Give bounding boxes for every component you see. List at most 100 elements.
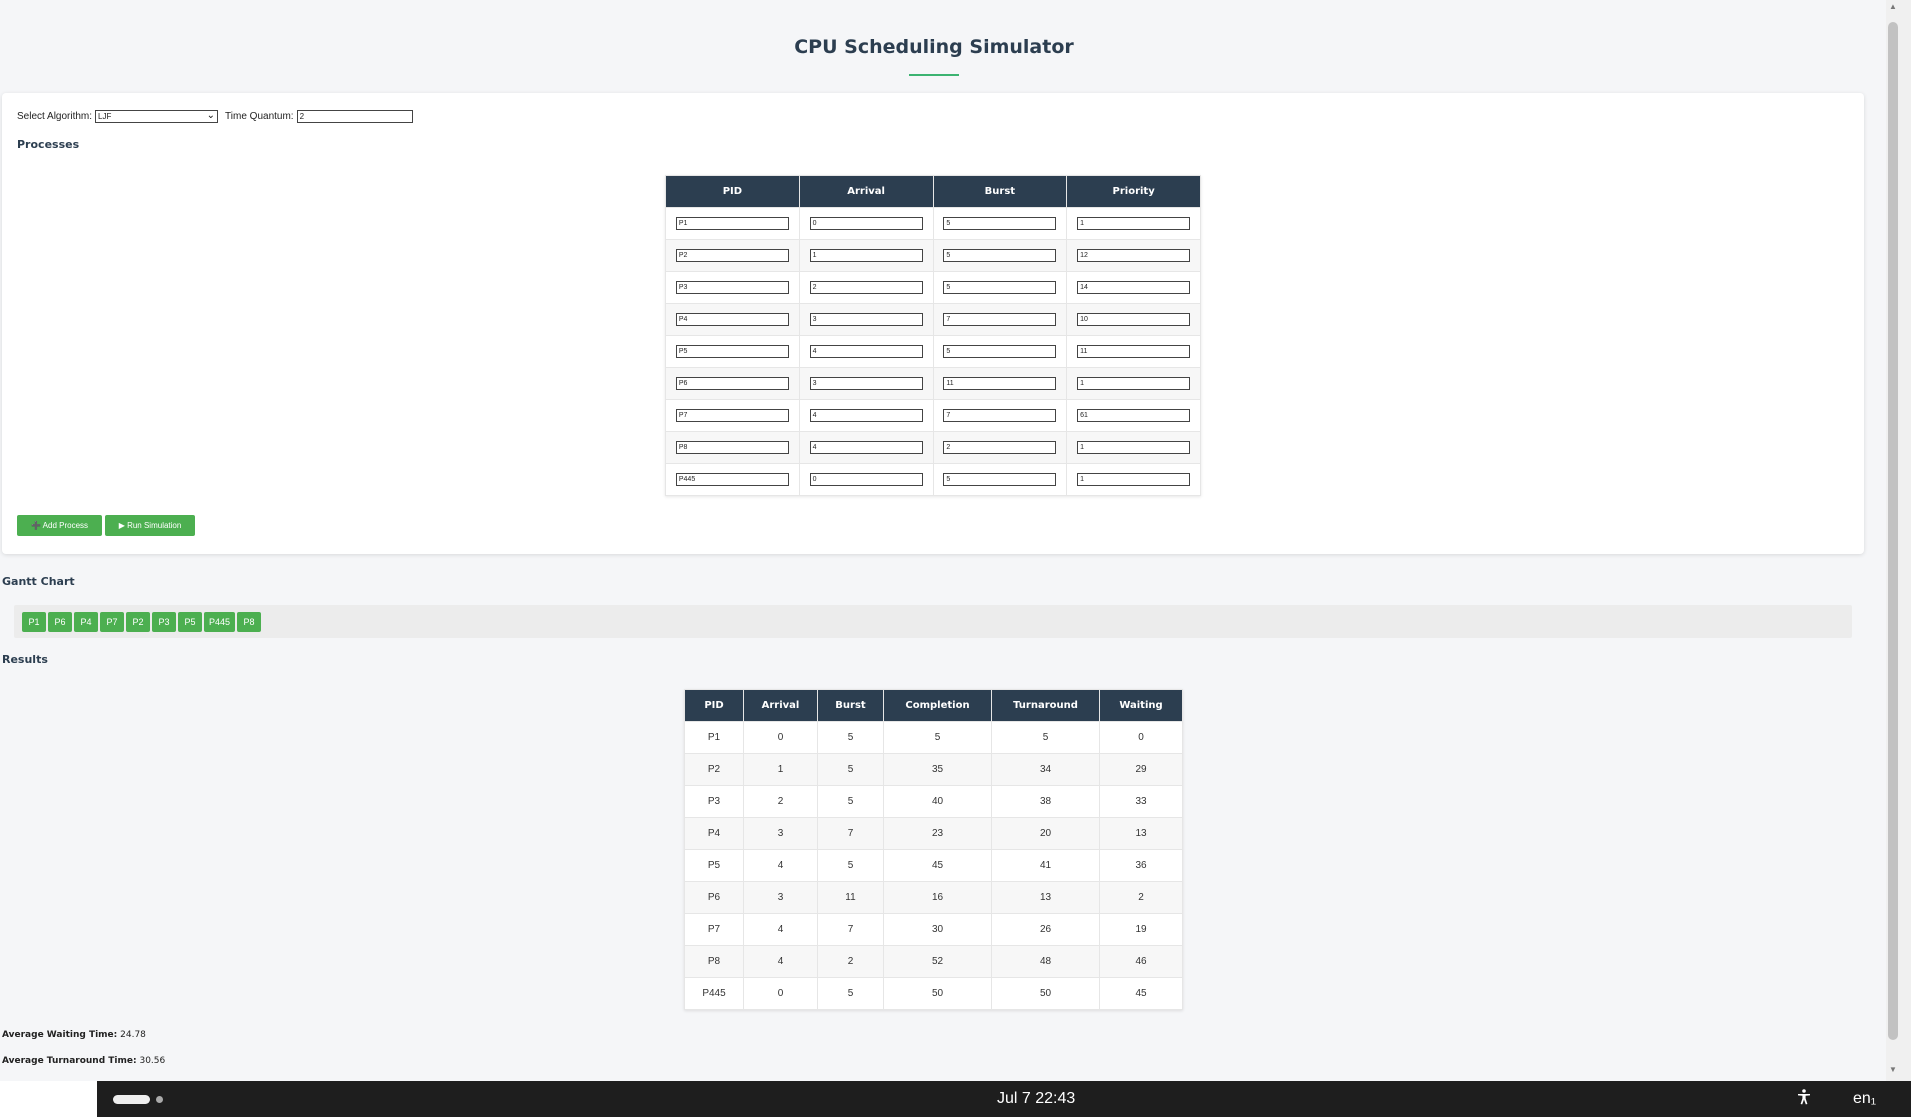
taskbar-clock[interactable]: Jul 7 22:43 [997,1090,1075,1108]
results-row: P3 2 5 40 38 33 [684,785,1183,818]
priority-input[interactable]: 12 [1077,249,1191,262]
pid-input[interactable]: P3 [675,281,789,294]
gantt-block: P8 [237,611,262,632]
priority-input[interactable]: 14 [1077,281,1191,294]
workspace-indicator-icon[interactable] [113,1095,150,1104]
results-row: P6 3 11 16 13 2 [684,881,1183,914]
results-row: P445 0 5 50 50 45 [684,977,1183,1010]
burst-input[interactable]: 5 [943,281,1057,294]
pid-input[interactable]: P7 [675,409,789,422]
results-cell: 35 [883,753,992,786]
run-simulation-button[interactable]: ▶ Run Simulation [105,515,195,536]
arrival-input[interactable]: 4 [809,345,923,358]
results-cell: 11 [817,881,884,914]
gantt-block: P1 [22,611,46,632]
process-cell: 5 [932,271,1068,304]
add-process-button[interactable]: ➕ Add Process [17,515,102,536]
burst-input[interactable]: 5 [943,473,1057,486]
results-cell: 13 [991,881,1100,914]
gantt-block: P445 [204,611,236,632]
burst-input[interactable]: 5 [943,345,1057,358]
burst-input[interactable]: 11 [943,377,1057,390]
process-cell: 0 [798,207,934,240]
burst-input[interactable]: 5 [943,217,1057,230]
keyboard-language-indicator[interactable]: en₁ [1853,1090,1876,1108]
priority-input[interactable]: 1 [1077,217,1191,230]
results-table-header: PID Arrival Burst Completion Turnaround … [684,689,1183,722]
priority-input[interactable]: 10 [1077,313,1191,326]
results-cell: 46 [1099,945,1183,978]
process-cell: 4 [798,335,934,368]
process-cell: P5 [665,335,800,368]
results-cell: P445 [684,977,744,1010]
priority-input[interactable]: 1 [1077,441,1191,454]
burst-input[interactable]: 5 [943,249,1057,262]
results-cell: 2 [743,785,818,818]
pid-input[interactable]: P2 [675,249,789,262]
results-cell: 48 [991,945,1100,978]
results-cell: 50 [883,977,992,1010]
pid-input[interactable]: P1 [675,217,789,230]
accessibility-icon[interactable] [1797,1089,1811,1110]
arrival-input[interactable]: 3 [809,377,923,390]
scrollbar-thumb[interactable] [1888,22,1898,1040]
arrival-input[interactable]: 4 [809,441,923,454]
arrival-input[interactable]: 3 [809,313,923,326]
algorithm-label: Select Algorithm: [17,111,93,122]
priority-input[interactable]: 1 [1077,377,1191,390]
results-row: P5 4 5 45 41 36 [684,849,1183,882]
quantum-input[interactable]: 2 [296,110,413,123]
process-row: P445 0 5 1 [665,463,1201,496]
pid-input[interactable]: P5 [675,345,789,358]
title-underline [909,74,959,76]
algorithm-select[interactable]: LJF ⌄ [95,110,219,123]
scroll-down-arrow-icon[interactable]: ▼ [1886,1065,1900,1074]
process-cell: P445 [665,463,800,496]
results-cell: 4 [743,945,818,978]
arrival-input[interactable]: 2 [809,281,923,294]
pid-input[interactable]: P8 [675,441,789,454]
results-cell: 45 [883,849,992,882]
column-header: Arrival [798,175,934,208]
results-cell: P1 [684,721,744,754]
process-cell: 61 [1066,399,1201,432]
results-cell: 5 [817,721,884,754]
results-cell: 0 [743,977,818,1010]
pid-input[interactable]: P4 [675,313,789,326]
pid-input[interactable]: P445 [675,473,789,486]
process-cell: P8 [665,431,800,464]
priority-input[interactable]: 11 [1077,345,1191,358]
process-row: P7 4 7 61 [665,399,1201,432]
burst-input[interactable]: 7 [943,409,1057,422]
results-cell: P4 [684,817,744,850]
process-row: P5 4 5 11 [665,335,1201,368]
arrival-input[interactable]: 0 [809,217,923,230]
process-cell: 5 [932,239,1068,272]
results-cell: 34 [991,753,1100,786]
results-cell: 38 [991,785,1100,818]
priority-input[interactable]: 1 [1077,473,1191,486]
avg-turnaround-value: 30.56 [139,1056,166,1066]
page: CPU Scheduling Simulator Select Algorith… [0,0,1886,1081]
results-cell: 50 [991,977,1100,1010]
pid-input[interactable]: P6 [675,377,789,390]
processes-heading: Processes [17,138,80,151]
results-cell: P5 [684,849,744,882]
column-header: Burst [932,175,1068,208]
burst-input[interactable]: 2 [943,441,1057,454]
burst-input[interactable]: 7 [943,313,1057,326]
process-cell: 3 [798,303,934,336]
arrival-input[interactable]: 0 [809,473,923,486]
results-cell: P8 [684,945,744,978]
scroll-up-arrow-icon[interactable]: ▲ [1886,2,1900,11]
arrival-input[interactable]: 4 [809,409,923,422]
arrival-input[interactable]: 1 [809,249,923,262]
column-header: Priority [1066,175,1201,208]
process-cell: 1 [798,239,934,272]
workspace-dot-icon[interactable] [156,1096,163,1103]
process-cell: 1 [1066,367,1201,400]
priority-input[interactable]: 61 [1077,409,1191,422]
process-cell: 11 [1066,335,1201,368]
process-cell: 10 [1066,303,1201,336]
results-cell: 3 [743,817,818,850]
